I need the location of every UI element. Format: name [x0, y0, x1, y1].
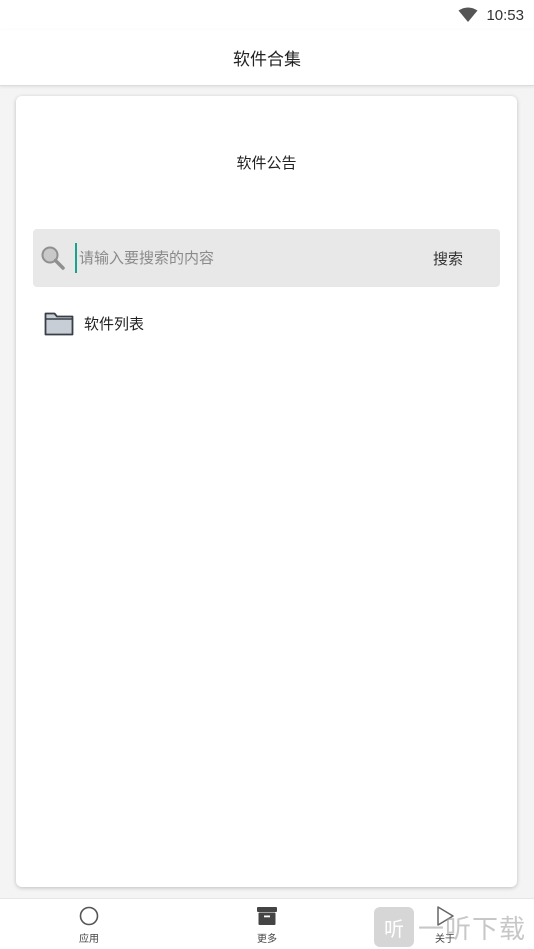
search-icon	[41, 246, 65, 270]
folder-icon	[44, 312, 74, 336]
nav-tab-label: 应用	[79, 934, 99, 945]
circle-icon	[79, 906, 99, 926]
search-button[interactable]: 搜索	[423, 243, 473, 273]
nav-tab-label: 更多	[257, 934, 277, 945]
watermark-text: 一听下载	[418, 914, 527, 945]
wifi-icon	[458, 7, 478, 22]
list-item-label: 软件列表	[84, 314, 145, 333]
main-card: 软件公告 搜索 软件列表	[16, 96, 517, 887]
status-time: 10:53	[486, 6, 524, 24]
status-right: 10:53	[458, 4, 524, 26]
watermark: 听 一听下载	[374, 906, 526, 948]
search-bar: 搜索	[33, 229, 500, 287]
status-bar: 10:53	[0, 0, 534, 30]
nav-tab-apps[interactable]: 应用	[59, 905, 119, 947]
title-bar: 软件合集	[0, 30, 534, 86]
archive-icon	[257, 907, 277, 925]
list-item-software-list[interactable]: 软件列表	[44, 308, 144, 338]
nav-tab-more[interactable]: 更多	[237, 905, 297, 947]
page-title: 软件合集	[233, 50, 301, 70]
watermark-logo: 听	[374, 907, 414, 947]
search-input[interactable]	[75, 243, 395, 273]
announcement-title: 软件公告	[236, 154, 297, 172]
